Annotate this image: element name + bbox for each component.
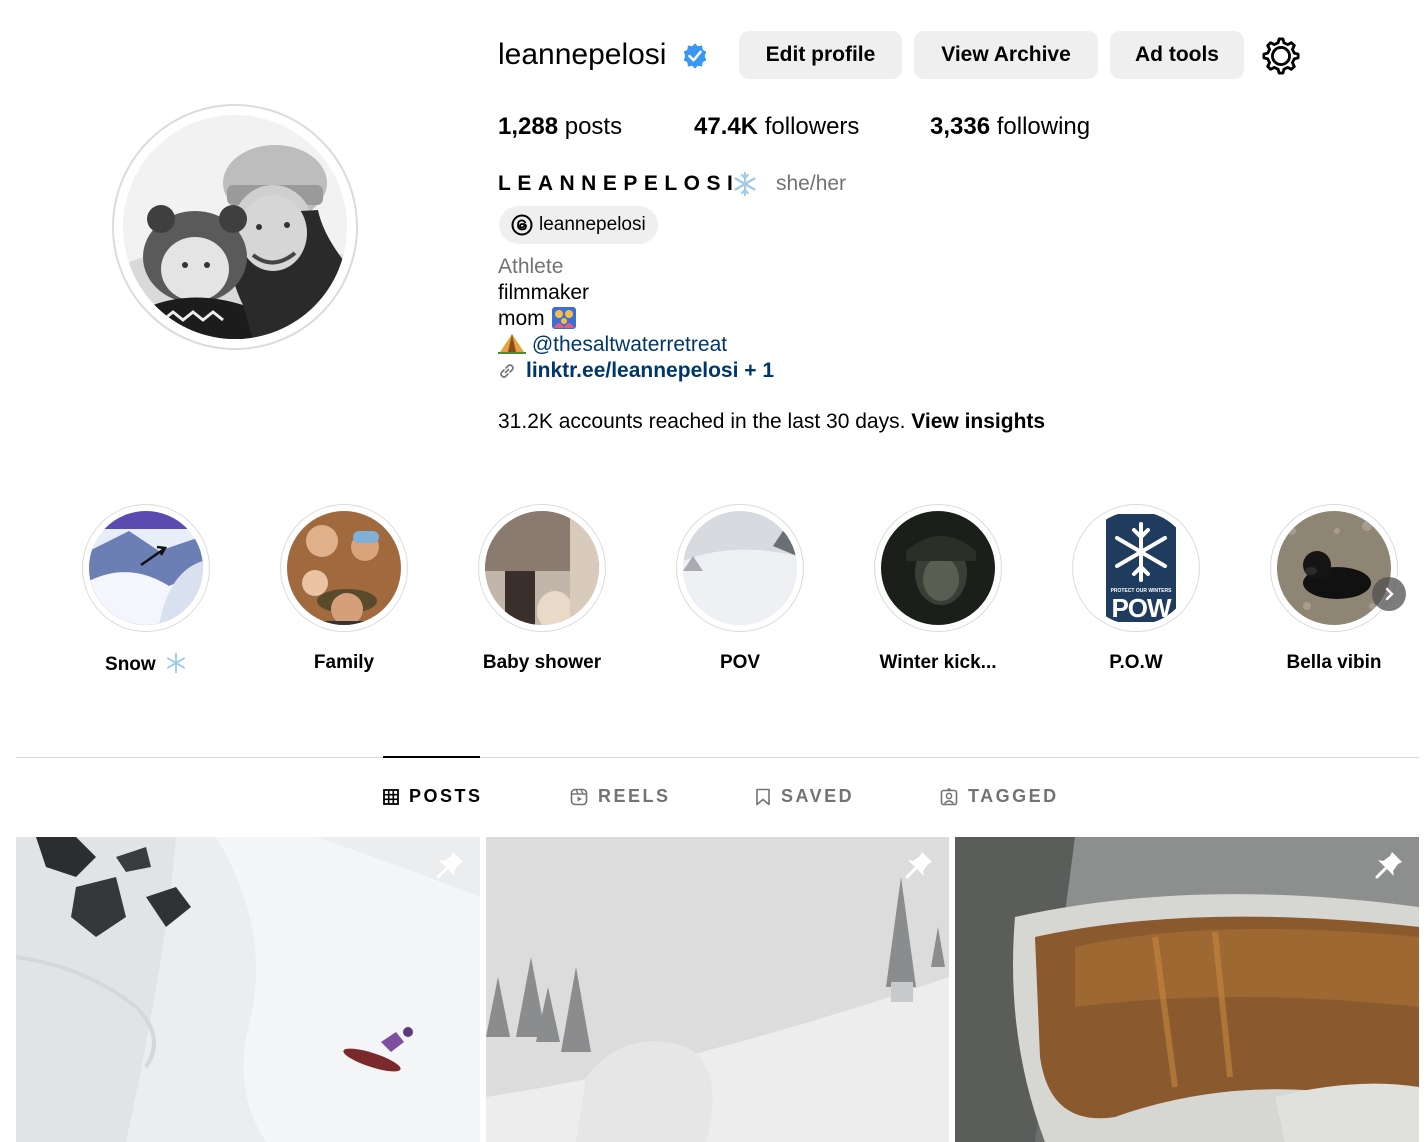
highlight-cover: [881, 511, 995, 625]
highlight-label: Baby shower: [482, 652, 602, 673]
highlight-label: Winter kick...: [879, 652, 997, 673]
pow-big-text: POW: [1111, 593, 1171, 623]
highlight-ring: [478, 504, 606, 632]
pin-icon: [905, 852, 932, 879]
insights-summary: 31.2K accounts reached in the last 30 da…: [498, 410, 1045, 434]
highlight-ring: [1270, 504, 1398, 632]
reach-text: 31.2K accounts reached in the last 30 da…: [498, 410, 912, 433]
posts-count-label: posts: [558, 113, 623, 140]
followers-label: followers: [758, 113, 860, 140]
family-emoji: [551, 307, 576, 329]
pow-snowflake-icon: [1115, 522, 1167, 582]
threads-icon: [511, 214, 533, 236]
post-thumbnail[interactable]: [955, 837, 1419, 1142]
highlight-label: Snow: [81, 652, 211, 676]
highlight-ring: [280, 504, 408, 632]
tab-label: TAGGED: [968, 786, 1059, 806]
bio-mention-line: @thesaltwaterretreat: [498, 332, 727, 358]
tab-reels[interactable]: REELS: [570, 786, 671, 807]
mention-link[interactable]: @thesaltwaterretreat: [532, 333, 727, 356]
chevron-right-icon[interactable]: [1372, 577, 1406, 611]
active-tab-indicator: [383, 756, 480, 758]
ad-tools-button[interactable]: Ad tools: [1110, 31, 1244, 79]
view-insights-link[interactable]: View insights: [911, 410, 1045, 433]
highlight-pov[interactable]: POV: [675, 504, 805, 674]
pin-icon: [1375, 852, 1402, 879]
following-link[interactable]: 3,336 following: [930, 113, 1090, 141]
profile-avatar[interactable]: [123, 115, 347, 339]
highlight-label: POV: [719, 652, 761, 673]
bookmark-icon: [756, 788, 770, 805]
tab-label: POSTS: [409, 786, 483, 806]
pronouns: she/her: [776, 172, 847, 195]
highlight-cover: [1277, 511, 1391, 625]
grid-icon: [383, 788, 399, 805]
bio-line: filmmaker: [498, 281, 590, 304]
username: leannepelosi: [498, 38, 667, 71]
highlight-ring: PROTECT OUR WINTERS POW: [1072, 504, 1200, 632]
threads-handle: leannepelosi: [539, 214, 646, 235]
pin-icon: [436, 852, 463, 879]
posts-count-value: 1,288: [498, 113, 559, 140]
threads-badge[interactable]: leannepelosi: [499, 206, 658, 244]
highlight-label: P.O.W: [1109, 652, 1163, 673]
view-archive-button[interactable]: View Archive: [914, 31, 1098, 79]
post-thumbnail[interactable]: [16, 837, 480, 1142]
bio-category: Athlete: [498, 255, 564, 278]
highlight-ring: [874, 504, 1002, 632]
bio-line: mom: [498, 307, 545, 330]
highlight-label: Family: [313, 652, 375, 673]
reels-icon: [570, 788, 588, 805]
pow-logo: PROTECT OUR WINTERS POW: [1106, 514, 1176, 622]
tabs-divider: [16, 757, 1419, 758]
highlight-label: Bella vibin: [1286, 652, 1382, 673]
post-thumbnail[interactable]: [486, 837, 949, 1142]
bio-line-mom: mom: [498, 306, 577, 332]
highlight-cover: [485, 511, 599, 625]
highlight-pow[interactable]: PROTECT OUR WINTERS POW P.O.W: [1071, 504, 1201, 674]
link-icon: [500, 364, 514, 378]
tab-saved[interactable]: SAVED: [755, 786, 854, 807]
external-link[interactable]: linktr.ee/leannepelosi + 1: [526, 358, 774, 384]
tab-label: SAVED: [781, 786, 855, 806]
highlight-baby-shower[interactable]: Baby shower: [477, 504, 607, 674]
following-label: following: [990, 113, 1091, 140]
tab-tagged[interactable]: TAGGED: [940, 786, 1059, 807]
highlight-winter-kick[interactable]: Winter kick...: [873, 504, 1003, 674]
highlight-ring: [82, 504, 210, 632]
tab-label: REELS: [598, 786, 671, 806]
followers-count-value: 47.4K: [694, 113, 759, 140]
tab-posts[interactable]: POSTS: [383, 786, 483, 807]
camping-tent-emoji: [498, 334, 526, 354]
snowflake-emoji: [734, 171, 756, 197]
bio-link-row[interactable]: linktr.ee/leannepelosi + 1: [498, 358, 774, 384]
snowflake-emoji: [166, 652, 185, 674]
settings-gear-icon[interactable]: [1262, 37, 1300, 75]
highlight-cover: [683, 511, 797, 625]
tagged-icon: [940, 787, 958, 805]
highlight-cover: [287, 511, 401, 625]
followers-link[interactable]: 47.4K followers: [694, 113, 859, 141]
highlight-family[interactable]: Family: [279, 504, 409, 674]
highlight-snow[interactable]: Snow: [81, 504, 211, 676]
posts-count: 1,288 posts: [498, 113, 622, 141]
edit-profile-button[interactable]: Edit profile: [739, 31, 902, 79]
highlight-cover: [89, 511, 203, 625]
following-count-value: 3,336: [930, 113, 991, 140]
verified-badge-icon: [683, 43, 707, 69]
highlight-ring: [676, 504, 804, 632]
highlight-label-text: Snow: [105, 654, 156, 675]
highlight-cover: PROTECT OUR WINTERS POW: [1079, 511, 1193, 625]
full-name: LEANNEPELOSI: [498, 172, 740, 195]
